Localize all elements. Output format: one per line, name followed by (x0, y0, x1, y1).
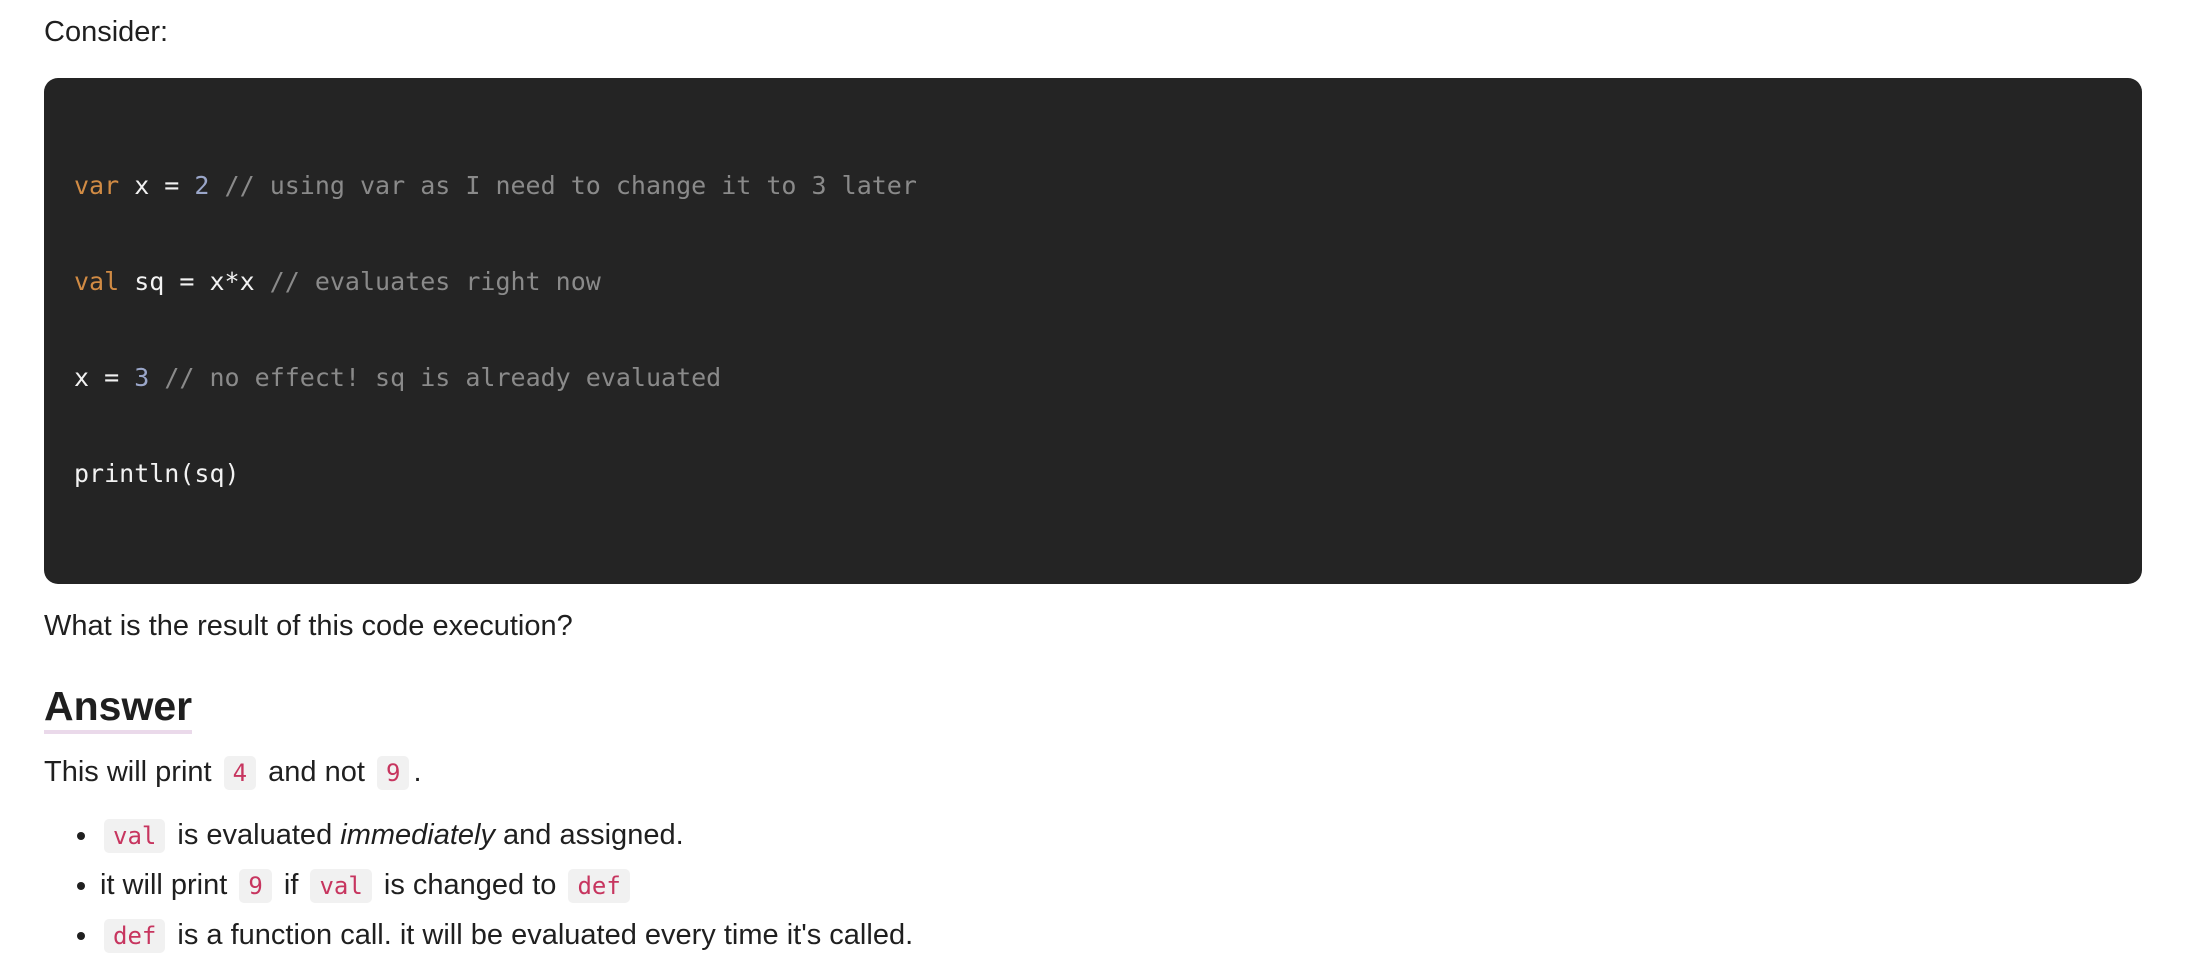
inline-code: 9 (239, 869, 272, 903)
article-body: Consider: var x = 2 // using var as I ne… (0, 0, 2186, 956)
code-number: 2 (194, 171, 210, 200)
code-comment: // evaluates right now (254, 267, 601, 296)
list-item-text: it will print (100, 869, 228, 901)
inline-code: val (104, 819, 166, 853)
list-item: it will print 9 if val is changed to def (100, 865, 2142, 906)
list-item: val is evaluated immediately and assigne… (100, 815, 2142, 856)
answer-heading: Answer (44, 682, 193, 734)
answer-prefix: This will print (44, 756, 212, 788)
code-text: x = (74, 363, 135, 392)
list-item-text: is changed to (383, 869, 557, 901)
answer-line: This will print 4 and not 9. (44, 752, 2142, 793)
list-item-text: if (283, 869, 299, 901)
inline-code: def (568, 869, 630, 903)
inline-code: def (104, 919, 166, 953)
answer-suffix: . (413, 756, 422, 788)
list-item: def is a function call. it will be evalu… (100, 915, 2142, 956)
inline-code: 9 (377, 756, 410, 790)
code-text: sq = x*x (119, 267, 255, 296)
code-keyword: var (74, 171, 120, 200)
inline-code: 4 (223, 756, 257, 790)
code-text: println(sq) (74, 459, 240, 488)
answer-middle: and not (268, 756, 365, 788)
code-comment: // using var as I need to change it to 3… (209, 171, 917, 200)
code-comment: // no effect! sq is already evaluated (149, 363, 722, 392)
list-item-text: and assigned. (503, 819, 684, 851)
code-number: 3 (134, 363, 150, 392)
intro-text: Consider: (44, 16, 169, 48)
code-keyword: val (74, 267, 120, 296)
list-item-text: is a function call. it will be evaluated… (177, 919, 914, 951)
code-line-4: println(sq) (74, 458, 2112, 490)
code-line-2: val sq = x*x // evaluates right now (74, 266, 2112, 298)
code-block: var x = 2 // using var as I need to chan… (44, 78, 2142, 584)
code-line-3: x = 3 // no effect! sq is already evalua… (74, 362, 2112, 394)
question-text: What is the result of this code executio… (44, 610, 573, 642)
inline-code: val (310, 869, 372, 903)
emphasis-text: immediately (340, 819, 495, 851)
code-line-1: var x = 2 // using var as I need to chan… (74, 170, 2112, 202)
list-item-text: is evaluated (177, 819, 333, 851)
answer-bullet-list: val is evaluated immediately and assigne… (44, 815, 2142, 956)
code-text: x = (119, 171, 195, 200)
